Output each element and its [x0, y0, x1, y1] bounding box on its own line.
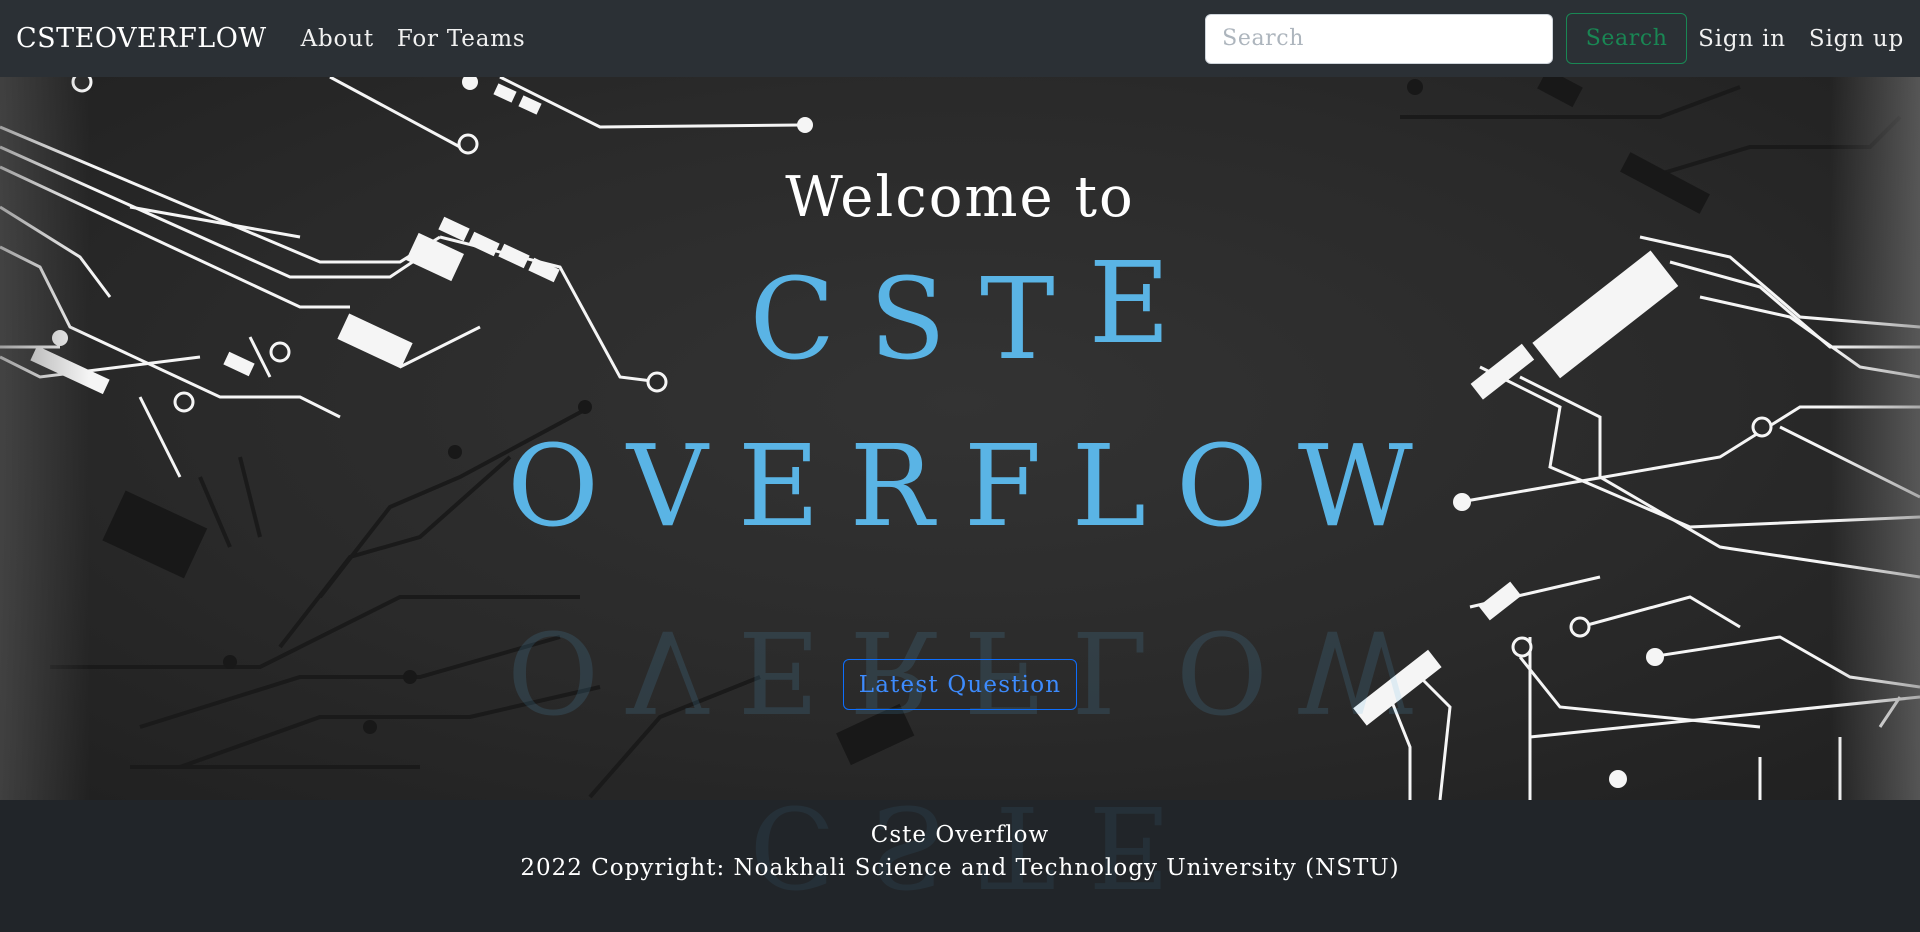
welcome-heading: Welcome to	[785, 165, 1135, 230]
footer-site-name: Cste Overflow	[870, 822, 1050, 848]
nav-link-about[interactable]: About	[301, 26, 374, 52]
hero-title-cste-raised-letter: E	[1088, 239, 1205, 369]
sign-in-link[interactable]: Sign in	[1698, 26, 1786, 52]
nav-link-for-teams[interactable]: For Teams	[397, 26, 526, 52]
hero-banner: Welcome to CSTE OVERFLOW OVERFLOW Latest…	[0, 77, 1920, 800]
hero-title-cste: CSTE	[0, 239, 1920, 385]
footer-copyright: 2022 Copyright: Noakhali Science and Tec…	[520, 855, 1400, 881]
latest-question-button[interactable]: Latest Question	[843, 659, 1077, 710]
hero-title-overflow: OVERFLOW	[507, 422, 1443, 552]
search-button[interactable]: Search	[1566, 13, 1688, 64]
search-input[interactable]	[1205, 13, 1554, 64]
top-navbar: CSTEOVERFLOW About For Teams Search Sign…	[0, 0, 1920, 77]
brand-logo-link[interactable]: CSTEOVERFLOW	[16, 23, 267, 54]
sign-up-link[interactable]: Sign up	[1809, 26, 1904, 52]
page-footer: CSTE Cste Overflow 2022 Copyright: Noakh…	[0, 800, 1920, 932]
hero-title-cste-main: CST	[749, 255, 1089, 385]
